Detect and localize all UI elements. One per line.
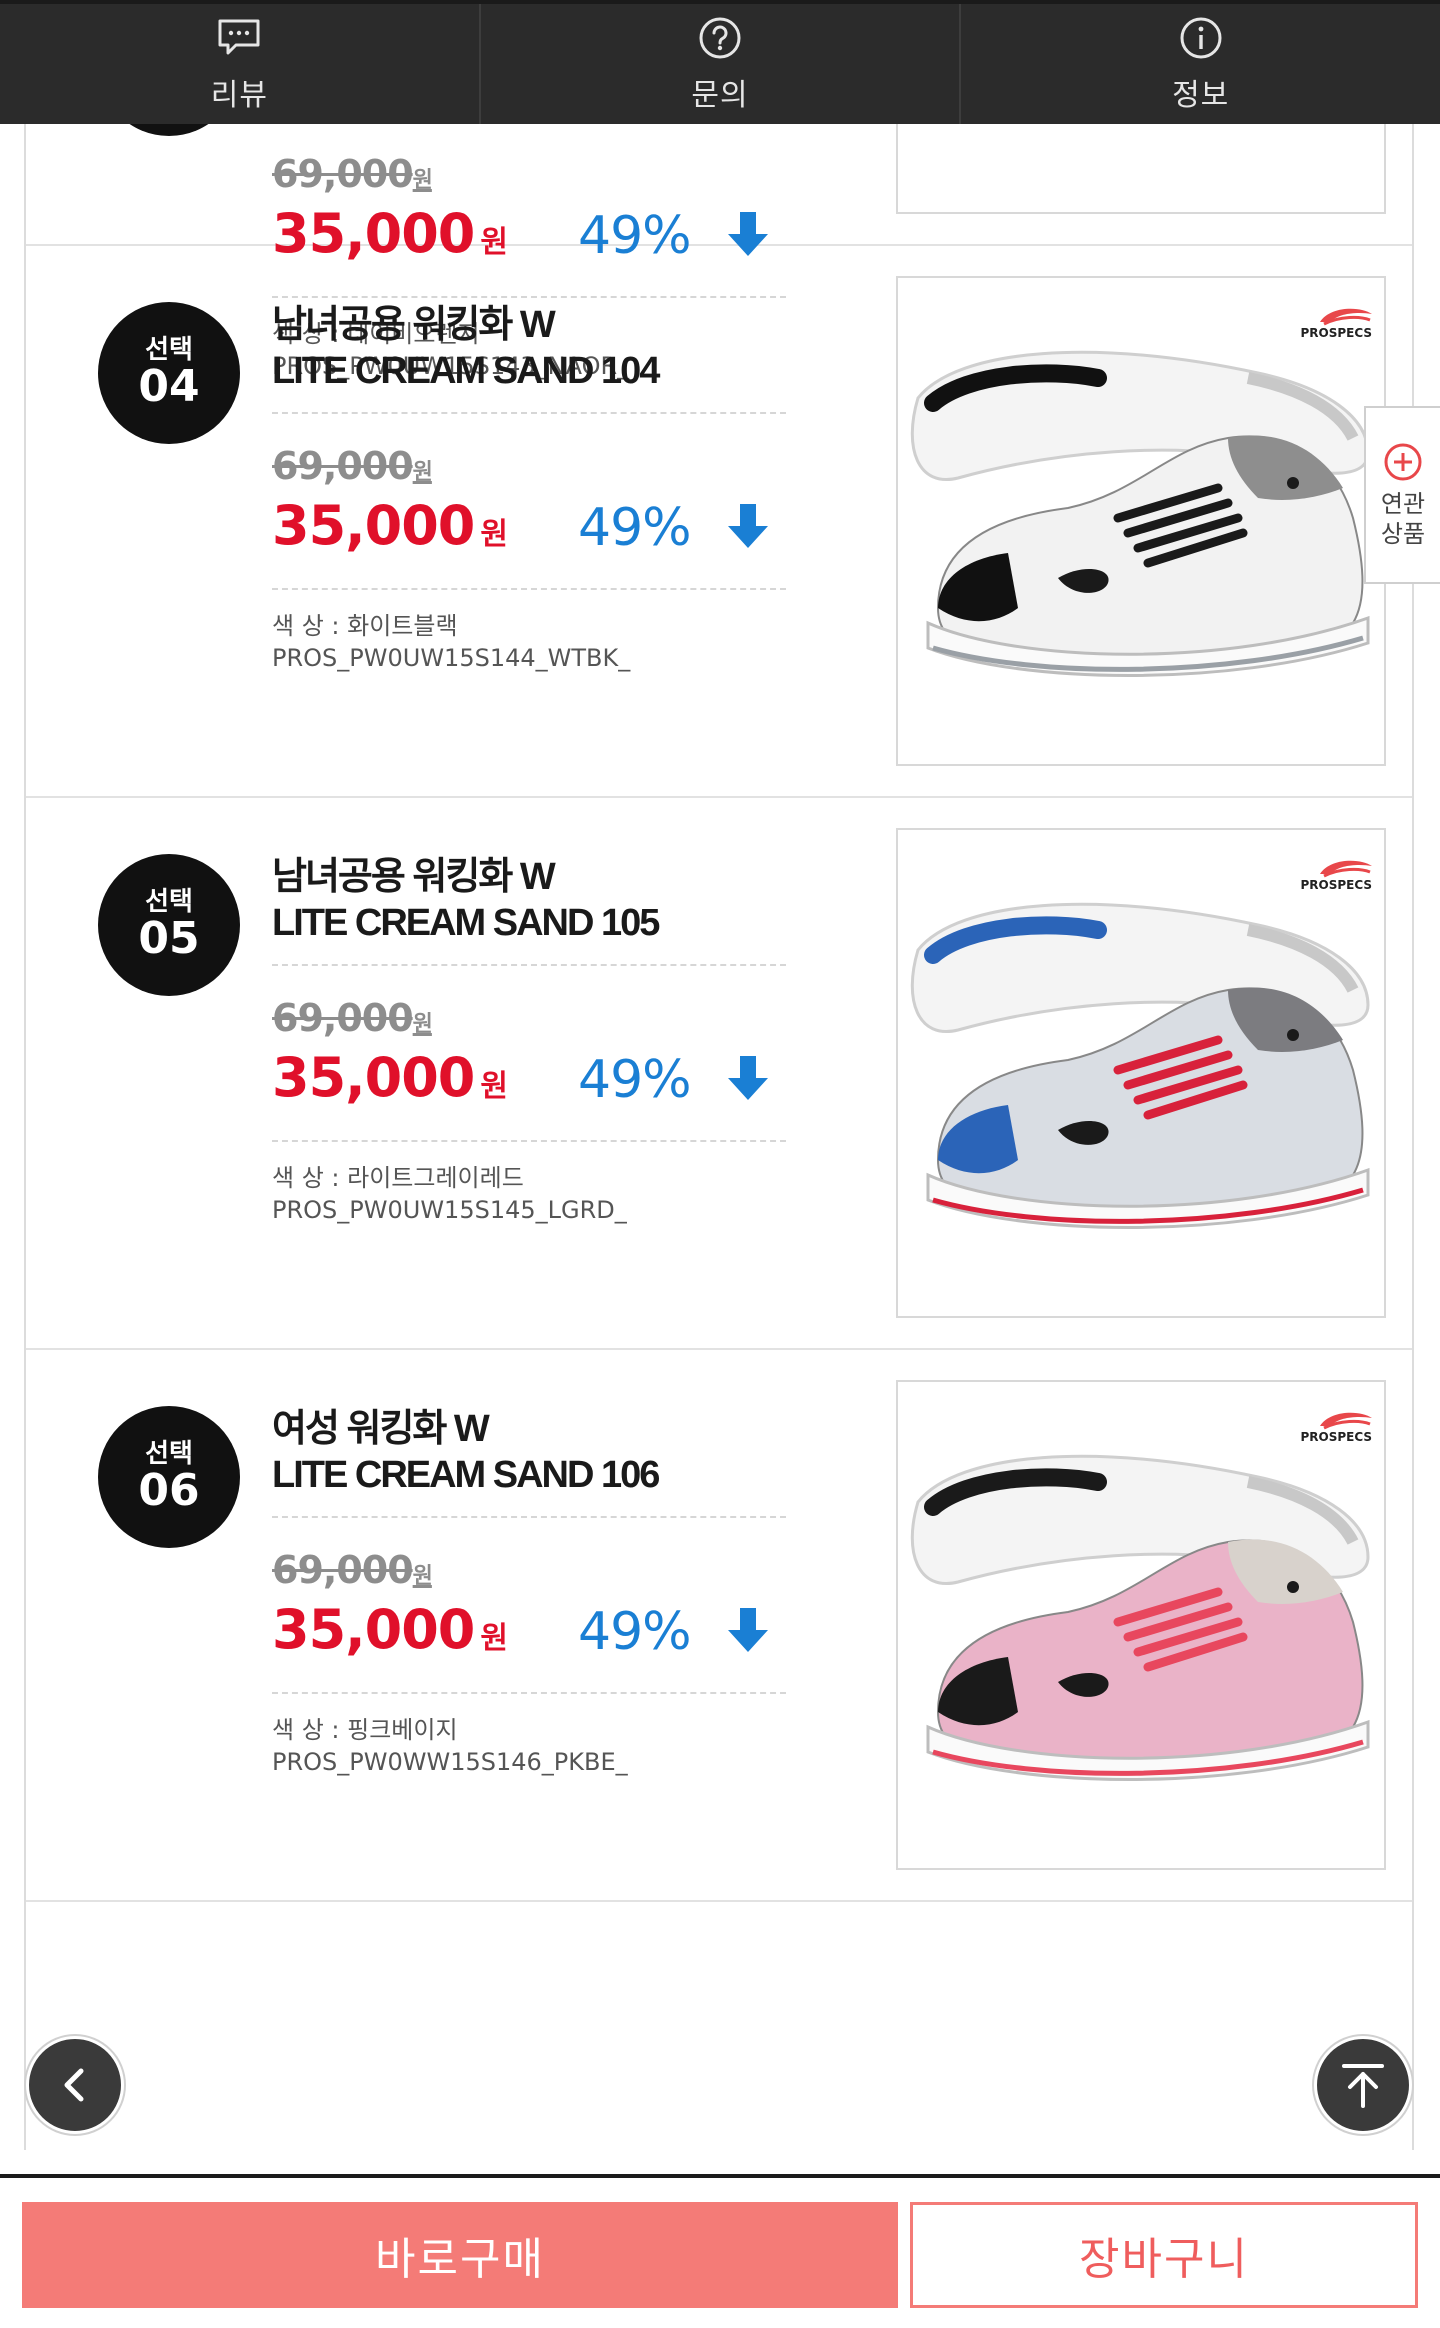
scroll-top-button[interactable] bbox=[1314, 2036, 1412, 2134]
option-row[interactable]: 선택 04 남녀공용 워킹화 W LITE CREAM SAND 104 69,… bbox=[26, 246, 1412, 798]
badge-label: 선택 bbox=[145, 886, 193, 917]
product-code: PROS_PW0WW15S146_PKBE_ bbox=[272, 1748, 628, 1776]
sale-price: 35,000 원 bbox=[272, 494, 508, 557]
original-price: 69,000원 bbox=[272, 152, 433, 196]
option-row[interactable]: 선택 05 남녀공용 워킹화 W LITE CREAM SAND 105 69,… bbox=[26, 798, 1412, 1350]
option-title: 남녀공용 워킹화 W LITE CREAM SAND 104 bbox=[272, 302, 786, 414]
option-meta: 색 상 : 라이트그레이레드 PROS_PW0UW15S145_LGRD_ bbox=[272, 1142, 786, 1226]
title-line1: 여성 워킹화 W bbox=[272, 1408, 490, 1450]
sale-price-value: 35,000 bbox=[272, 1046, 475, 1109]
tab-inquiry[interactable]: 문의 bbox=[481, 4, 962, 124]
prospecs-logo-text: PROSPECS bbox=[1300, 326, 1372, 340]
original-price-unit: 원 bbox=[412, 1012, 433, 1037]
product-code: PROS_PW0UW15S145_LGRD_ bbox=[272, 1196, 627, 1224]
product-code: PROS_PW0UW15S144_WTBK_ bbox=[272, 644, 631, 672]
option-title: 여성 워킹화 W LITE CREAM SAND 106 bbox=[272, 1406, 786, 1518]
prospecs-logo-text: PROSPECS bbox=[1300, 1430, 1372, 1444]
option-meta: 색 상 : 핑크베이지 PROS_PW0WW15S146_PKBE_ bbox=[272, 1694, 786, 1778]
back-button[interactable] bbox=[26, 2036, 124, 2134]
badge-number: 06 bbox=[138, 1465, 200, 1517]
color-label: 색 상 : 화이트블랙 bbox=[272, 612, 458, 640]
original-price-unit: 원 bbox=[412, 168, 433, 193]
original-price-value: 69,000 bbox=[272, 152, 414, 196]
product-image[interactable]: PROSPECS bbox=[896, 828, 1386, 1318]
original-price: 69,000원 bbox=[272, 996, 433, 1040]
price-block: 69,000원 35,000 원 49% bbox=[272, 414, 786, 590]
sale-price-unit: 원 bbox=[480, 1069, 508, 1104]
top-tab-bar: 리뷰 문의 정보 bbox=[0, 0, 1440, 124]
prospecs-logo: PROSPECS bbox=[1290, 854, 1376, 894]
option-badge: 선택 05 bbox=[98, 854, 240, 996]
price-block: 69,000원 35,000 원 49% bbox=[272, 1518, 786, 1694]
color-label: 색 상 : 라이트그레이레드 bbox=[272, 1164, 524, 1192]
related-products-label: 연관 상품 bbox=[1380, 490, 1426, 548]
sale-price-unit: 원 bbox=[480, 1621, 508, 1656]
related-products-tab[interactable]: 연관 상품 bbox=[1364, 406, 1440, 584]
tab-info-label: 정보 bbox=[1172, 78, 1230, 113]
option-row[interactable]: 선택 06 여성 워킹화 W LITE CREAM SAND 106 69,00… bbox=[26, 1350, 1412, 1902]
arrow-up-icon bbox=[1342, 2064, 1384, 2108]
arrow-down-icon bbox=[728, 1056, 768, 1100]
tab-review[interactable]: 리뷰 bbox=[0, 4, 481, 124]
sale-price-value: 35,000 bbox=[272, 1598, 475, 1661]
tab-inquiry-label: 문의 bbox=[691, 78, 749, 113]
sale-price-unit: 원 bbox=[480, 517, 508, 552]
sale-price-value: 35,000 bbox=[272, 494, 475, 557]
sale-price: 35,000 원 bbox=[272, 1598, 508, 1661]
title-line2: LITE CREAM SAND 104 bbox=[272, 350, 660, 392]
prospecs-logo: PROSPECS bbox=[1290, 302, 1376, 342]
badge-label: 선택 bbox=[145, 1438, 193, 1469]
tab-info[interactable]: 정보 bbox=[961, 4, 1440, 124]
original-price: 69,000원 bbox=[272, 1548, 433, 1592]
title-line2: LITE CREAM SAND 105 bbox=[272, 902, 660, 944]
option-info: 남녀공용 워킹화 W LITE CREAM SAND 105 69,000원 3… bbox=[272, 854, 786, 1226]
option-title: 남녀공용 워킹화 W LITE CREAM SAND 105 bbox=[272, 854, 786, 966]
title-line2: LITE CREAM SAND 106 bbox=[272, 1454, 660, 1496]
product-image[interactable]: PROSPECS bbox=[896, 276, 1386, 766]
original-price-unit: 원 bbox=[412, 460, 433, 485]
badge-label: 선택 bbox=[145, 334, 193, 365]
prospecs-logo: PROSPECS bbox=[1290, 1406, 1376, 1446]
option-info: 여성 워킹화 W LITE CREAM SAND 106 69,000원 35,… bbox=[272, 1406, 786, 1778]
add-to-cart-button[interactable]: 장바구니 bbox=[910, 2202, 1418, 2308]
option-list: 69,000원 35,000 원 49% 색 상 : 네이비오렌지 PROS_PW… bbox=[24, 0, 1414, 2150]
option-meta: 색 상 : 화이트블랙 PROS_PW0UW15S144_WTBK_ bbox=[272, 590, 786, 674]
discount-rate: 49% bbox=[578, 1050, 692, 1110]
title-line1: 남녀공용 워킹화 W bbox=[272, 304, 556, 346]
original-price-value: 69,000 bbox=[272, 996, 414, 1040]
price-block: 69,000원 35,000 원 49% bbox=[272, 966, 786, 1142]
original-price: 69,000원 bbox=[272, 444, 433, 488]
sale-price: 35,000 원 bbox=[272, 1046, 508, 1109]
shoe-illustration bbox=[910, 902, 1370, 1229]
original-price-value: 69,000 bbox=[272, 1548, 414, 1592]
option-badge: 선택 06 bbox=[98, 1406, 240, 1548]
title-line1: 남녀공용 워킹화 W bbox=[272, 856, 556, 898]
badge-number: 04 bbox=[138, 361, 200, 413]
color-label: 색 상 : 핑크베이지 bbox=[272, 1716, 458, 1744]
arrow-down-icon bbox=[728, 1608, 768, 1652]
product-image[interactable]: PROSPECS bbox=[896, 1380, 1386, 1870]
chevron-left-icon bbox=[64, 2068, 84, 2102]
discount-rate: 49% bbox=[578, 498, 692, 558]
discount-rate: 49% bbox=[578, 1602, 692, 1662]
plus-circle-icon bbox=[1384, 443, 1422, 481]
prospecs-logo-text: PROSPECS bbox=[1300, 878, 1372, 892]
buy-now-button[interactable]: 바로구매 bbox=[22, 2202, 898, 2308]
badge-number: 05 bbox=[138, 913, 200, 965]
info-circle-icon bbox=[1180, 17, 1222, 59]
arrow-down-icon bbox=[728, 504, 768, 548]
shoe-illustration bbox=[910, 350, 1370, 677]
original-price-unit: 원 bbox=[412, 1564, 433, 1589]
tab-review-label: 리뷰 bbox=[210, 78, 268, 113]
option-info: 남녀공용 워킹화 W LITE CREAM SAND 104 69,000원 3… bbox=[272, 302, 786, 674]
question-circle-icon bbox=[699, 17, 741, 59]
shoe-illustration bbox=[910, 1454, 1370, 1781]
option-badge: 선택 04 bbox=[98, 302, 240, 444]
chat-bubble-icon bbox=[218, 19, 260, 55]
bottom-action-bar: 바로구매 장바구니 bbox=[0, 2174, 1440, 2328]
original-price-value: 69,000 bbox=[272, 444, 414, 488]
